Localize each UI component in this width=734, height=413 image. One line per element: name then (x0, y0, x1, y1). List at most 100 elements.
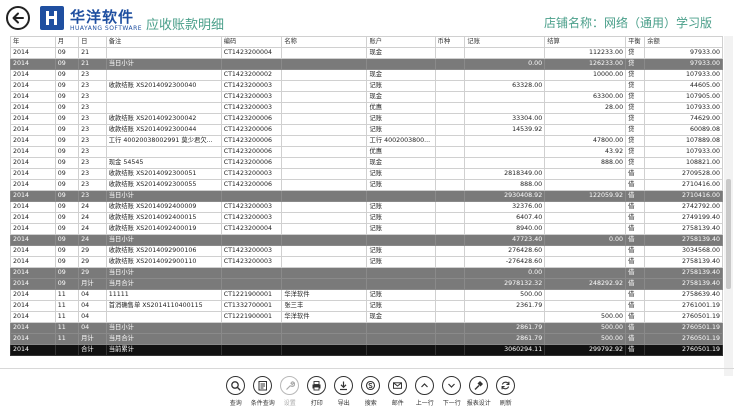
table-row[interactable]: 2014 09 23 现金 54545 CT1423200006 现金 888.00 贷 108… (10, 157, 723, 169)
subtotal-row[interactable]: 2014 11 月计 当月合计 2861.79 500.00 借 2760501.19 (10, 333, 723, 345)
col-account-cell: 记账 (366, 289, 436, 301)
col-month-cell: 09 (54, 278, 80, 290)
table-row[interactable]: 2014 09 23 收款结账 XS2014092300055 CT1423200006… (10, 179, 723, 191)
next-row-button[interactable]: 下一行 (440, 376, 464, 410)
subtotal-row[interactable]: 2014 11 04 当日小计 2861.79 500.00 借 2760501.19 (10, 322, 723, 334)
table-row[interactable]: 2014 09 23 收款结账 XS2014092300040 CT1423200003… (10, 80, 723, 92)
query-button[interactable]: 查询 (224, 376, 248, 410)
col-year-cell: 2014 (10, 234, 56, 246)
col-balance-cell: 2761001.19 (644, 300, 723, 312)
col-year-cell: 2014 (10, 69, 56, 81)
col-debit-cell: 2930408.92 (464, 190, 546, 202)
col-credit-cell: 126233.00 (544, 58, 627, 70)
col-note-cell (105, 91, 222, 103)
table-row[interactable]: 2014 09 23 CT1423200002 现金 10000.00 贷 107933.00 (10, 69, 723, 81)
mail-icon (388, 376, 408, 395)
col-account-header[interactable]: 账户 (366, 36, 436, 48)
table-row[interactable]: 2014 09 21 CT1423200004 现金 112233.00 贷 97933.00 (10, 47, 723, 59)
table-row[interactable]: 2014 11 04 CT1221900001 华洋软件 现金 500.00 借 2760501… (10, 311, 723, 323)
col-code-cell: CT1423200006 (220, 157, 283, 169)
prev-row-button[interactable]: 上一行 (413, 376, 437, 410)
col-debit-cell: 3060294.11 (464, 344, 546, 356)
col-month-cell: 09 (54, 47, 80, 59)
settings-button[interactable]: 设置 (278, 376, 302, 410)
col-year-cell: 2014 (10, 113, 56, 125)
col-direction-cell: 借 (625, 212, 646, 224)
col-name-cell (281, 201, 368, 213)
grand-total-row[interactable]: 2014 合计 当前累计 3060294.11 299792.92 借 2760501.19 (10, 344, 723, 356)
report-design-button[interactable]: 报表设计 (467, 376, 491, 410)
vertical-scrollbar[interactable] (724, 36, 733, 376)
export-button[interactable]: 导出 (332, 376, 356, 410)
col-balance-cell: 107889.08 (644, 135, 723, 147)
wrench-icon (280, 376, 300, 395)
subtotal-row[interactable]: 2014 09 29 当日小计 0.00 借 2758139.40 (10, 267, 723, 279)
col-note-cell: 当日小计 (105, 58, 222, 70)
print-button[interactable]: 打印 (305, 376, 329, 410)
col-year-header[interactable]: 年 (10, 36, 56, 48)
table-row[interactable]: 2014 09 29 收款结账 XS2014092900106 CT1423200003… (10, 245, 723, 257)
table-row[interactable]: 2014 11 04 11111 CT1221900001 华洋软件 记账 500.00 借 27… (10, 289, 723, 301)
table-row[interactable]: 2014 09 24 收款结账 XS2014092400009 CT1423200003… (10, 201, 723, 213)
email-button[interactable]: 邮件 (386, 376, 410, 410)
col-code-cell (220, 190, 283, 202)
col-balance-cell: 2742792.00 (644, 201, 723, 213)
table-row[interactable]: 2014 09 24 收款结账 XS2014092400019 CT1423200004… (10, 223, 723, 235)
table-row[interactable]: 2014 09 23 CT1423200006 优惠 43.92 贷 107933.00 (10, 146, 723, 158)
ledger-table-container[interactable]: 年月日备注 编码 名称 账户 币种 记账 结算 平衡 余额 2014 09 21 CT14232000… (10, 36, 723, 366)
col-balance-cell: 108821.00 (644, 157, 723, 169)
col-note-cell: 收款结账 XS2014092400019 (105, 223, 222, 235)
table-row[interactable]: 2014 09 23 CT1423200003 优惠 28.00 贷 107933.00 (10, 102, 723, 114)
advanced-query-button[interactable]: 条件查询 (251, 376, 275, 410)
search-button[interactable]: 搜索 (359, 376, 383, 410)
col-day-cell: 月计 (78, 333, 107, 345)
col-day-cell: 23 (78, 135, 107, 147)
col-debit-header[interactable]: 记账 (464, 36, 546, 48)
table-row[interactable]: 2014 09 24 收款结账 XS2014092400015 CT1423200003… (10, 212, 723, 224)
col-credit-header[interactable]: 结算 (544, 36, 627, 48)
col-currency-cell (434, 179, 466, 191)
col-day-header[interactable]: 日 (78, 36, 107, 48)
subtotal-row[interactable]: 2014 09 月计 当月合计 2978132.32 248292.92 借 2758139.… (10, 278, 723, 290)
col-name-cell (281, 322, 368, 334)
col-note-cell (105, 47, 222, 59)
col-credit-cell: 47800.00 (544, 135, 627, 147)
col-currency-header[interactable]: 币种 (434, 36, 466, 48)
col-account-cell: 现金 (366, 157, 436, 169)
subtotal-row[interactable]: 2014 09 23 当日小计 2930408.92 122059.92 借 2710416.… (10, 190, 723, 202)
col-name-cell (281, 278, 368, 290)
col-direction-header[interactable]: 平衡 (625, 36, 646, 48)
table-row[interactable]: 2014 09 23 收款结账 XS2014092300042 CT1423200006… (10, 113, 723, 125)
col-direction-cell: 借 (625, 311, 646, 323)
col-month-header[interactable]: 月 (54, 36, 80, 48)
col-note-cell: 当前累计 (105, 344, 222, 356)
col-code-header[interactable]: 编码 (220, 36, 283, 48)
col-credit-cell: 28.00 (544, 102, 627, 114)
col-note-cell: 收款结账 XS2014092900106 (105, 245, 222, 257)
table-row[interactable]: 2014 11 04 首消确售单 XS2014110400115 CT133270000… (10, 300, 723, 312)
col-balance-header[interactable]: 余额 (644, 36, 723, 48)
col-month-cell: 09 (54, 201, 80, 213)
table-row[interactable]: 2014 09 23 收款结账 XS2014092300051 CT1423200003… (10, 168, 723, 180)
table-row[interactable]: 2014 09 29 收款结账 XS2014092900110 CT1423200003… (10, 256, 723, 268)
col-name-header[interactable]: 名称 (281, 36, 368, 48)
table-row[interactable]: 2014 09 23 CT1423200003 现金 63300.00 贷 107905.00 (10, 91, 723, 103)
col-balance-cell: 2760501.19 (644, 311, 723, 323)
col-currency-cell (434, 212, 466, 224)
table-row[interactable]: 2014 09 23 收款结账 XS2014092300044 CT1423200006… (10, 124, 723, 136)
refresh-button[interactable]: 刷新 (494, 376, 518, 410)
col-balance-cell: 107933.00 (644, 146, 723, 158)
col-day-cell: 29 (78, 245, 107, 257)
col-debit-cell: 6407.40 (464, 212, 546, 224)
col-code-cell: CT1423200003 (220, 80, 283, 92)
subtotal-row[interactable]: 2014 09 21 当日小计 0.00 126233.00 贷 97933.00 (10, 58, 723, 70)
col-note-header[interactable]: 备注 (105, 36, 222, 48)
scrollbar-thumb[interactable] (726, 179, 731, 289)
back-button[interactable] (6, 6, 30, 30)
col-name-cell (281, 245, 368, 257)
col-day-cell: 04 (78, 322, 107, 334)
col-code-cell (220, 278, 283, 290)
subtotal-row[interactable]: 2014 09 24 当日小计 47723.40 0.00 借 2758139.40 (10, 234, 723, 246)
table-row[interactable]: 2014 09 23 工行 40020038002991 莫少君欠... CT14232… (10, 135, 723, 147)
col-year-cell: 2014 (10, 333, 56, 345)
